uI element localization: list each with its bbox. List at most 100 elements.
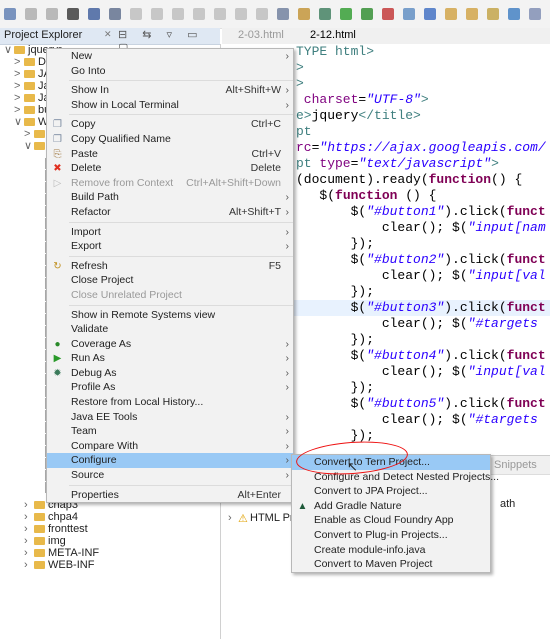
suspend-icon[interactable] [151, 8, 163, 20]
menu-item-delete[interactable]: ✖ Delete Delete [47, 161, 293, 176]
menu-item-go-into[interactable]: Go Into [47, 64, 293, 79]
menu-item-label: Show In [71, 84, 109, 97]
menu-item-build-path[interactable]: Build Path › [47, 190, 293, 205]
menu-item-close-unrelated-project[interactable]: Close Unrelated Project [47, 288, 293, 303]
terminal-icon[interactable] [88, 8, 100, 20]
menu-item-validate[interactable]: Validate [47, 322, 293, 337]
pin-icon[interactable] [529, 8, 541, 20]
menu-item-copy[interactable]: ❐ Copy Ctrl+C [47, 117, 293, 132]
menu-item-debug-as[interactable]: ✹ Debug As › [47, 366, 293, 381]
tree-item[interactable]: › fronttest [24, 523, 88, 535]
tab-snippets[interactable]: Snippets [494, 459, 537, 471]
expand-chevron[interactable]: › [24, 559, 34, 571]
menu-item-coverage-as[interactable]: ● Coverage As › [47, 337, 293, 352]
menu-item-export[interactable]: Export › [47, 239, 293, 254]
web-service-icon[interactable] [424, 8, 436, 20]
debug-icon[interactable] [319, 8, 331, 20]
tab-2-03-html[interactable]: 2-03.html [238, 29, 284, 41]
menu-item-enable-as-cloud-foundry-app[interactable]: Enable as Cloud Foundry App [292, 513, 490, 528]
submenu-arrow-icon: › [285, 98, 290, 111]
warning-icon: ⚠ [238, 513, 248, 525]
open-type-icon[interactable] [466, 8, 478, 20]
menu-item-refactor[interactable]: Refactor Alt+Shift+T › [47, 205, 293, 220]
tree-item[interactable]: › META-INF [24, 547, 99, 559]
menu-item-convert-to-jpa-project[interactable]: Convert to JPA Project... [292, 484, 490, 499]
menu-item-properties[interactable]: Properties Alt+Enter [47, 488, 293, 503]
tree-item[interactable]: › chpa4 [24, 511, 78, 523]
stop-icon[interactable] [172, 8, 184, 20]
tree-item[interactable]: › WEB-INF [24, 559, 94, 571]
step-into-icon[interactable] [214, 8, 226, 20]
expand-chevron[interactable]: › [24, 535, 34, 547]
menu-item-team[interactable]: Team › [47, 424, 293, 439]
step-over-icon[interactable] [235, 8, 247, 20]
resume-icon[interactable] [130, 8, 142, 20]
expand-chevron[interactable]: ∨ [24, 140, 34, 152]
globe-icon[interactable] [508, 8, 520, 20]
menu-item-create-module-info-java[interactable]: Create module-info.java [292, 543, 490, 558]
expand-chevron[interactable]: > [14, 92, 24, 104]
server-icon[interactable] [403, 8, 415, 20]
expand-chevron[interactable]: > [14, 104, 24, 116]
external-tools-icon[interactable] [382, 8, 394, 20]
menu-item-copy-qualified-name[interactable]: ❐ Copy Qualified Name [47, 132, 293, 147]
menu-separator [69, 221, 293, 223]
submenu-arrow-icon: › [285, 381, 290, 394]
menu-item-add-gradle-nature[interactable]: ▲ Add Gradle Nature [292, 499, 490, 514]
task-icon[interactable] [277, 8, 289, 20]
tree-item[interactable]: › img [24, 535, 66, 547]
open-folder-icon[interactable] [445, 8, 457, 20]
menu-item-convert-to-plug-in-projects[interactable]: Convert to Plug-in Projects... [292, 528, 490, 543]
menu-item-refresh[interactable]: ↻ Refresh F5 [47, 259, 293, 274]
menu-item-source[interactable]: Source › [47, 468, 293, 483]
search-icon[interactable] [487, 8, 499, 20]
menu-item-run-as[interactable]: ▶ Run As › [47, 351, 293, 366]
expand-chevron[interactable]: › [24, 511, 34, 523]
menu-item-import[interactable]: Import › [47, 225, 293, 240]
expand-chevron[interactable]: › [228, 512, 232, 524]
code-token: funct [506, 396, 546, 411]
expand-chevron[interactable]: › [24, 499, 34, 511]
project-explorer-title[interactable]: Project Explorer [4, 29, 82, 41]
menu-item-profile-as[interactable]: Profile As › [47, 380, 293, 395]
expand-chevron[interactable]: ∨ [4, 44, 14, 56]
expand-chevron[interactable]: › [24, 547, 34, 559]
menu-item-restore-from-local-history[interactable]: Restore from Local History... [47, 395, 293, 410]
disconnect-icon[interactable] [193, 8, 205, 20]
menu-item-label: Show in Local Terminal [71, 98, 179, 111]
coverage-icon[interactable] [361, 8, 373, 20]
skip-icon[interactable] [109, 8, 121, 20]
tab-2-12-html[interactable]: 2-12.html [310, 29, 356, 41]
expand-chevron[interactable]: ∨ [14, 116, 24, 128]
expand-chevron[interactable]: > [14, 56, 24, 68]
menu-item-convert-to-maven-project[interactable]: Convert to Maven Project [292, 557, 490, 572]
expand-chevron[interactable]: > [14, 68, 24, 80]
menu-item-java-ee-tools[interactable]: Java EE Tools › [47, 410, 293, 425]
menu-item-show-in-local-terminal[interactable]: Show in Local Terminal › [47, 98, 293, 113]
expand-chevron[interactable]: > [14, 80, 24, 92]
profile-icon[interactable] [67, 8, 79, 20]
menu-item-show-in-remote-systems-view[interactable]: Show in Remote Systems view [47, 308, 293, 323]
menu-item-remove-from-context[interactable]: ▷ Remove from Context Ctrl+Alt+Shift+Down [47, 176, 293, 191]
menu-item-close-project[interactable]: Close Project [47, 273, 293, 288]
submenu-arrow-icon: › [285, 366, 290, 379]
submenu-arrow-icon: › [285, 50, 290, 62]
close-icon[interactable]: ✕ [104, 29, 112, 40]
menu-item-show-in[interactable]: Show In Alt+Shift+W › [47, 83, 293, 98]
code-line: }); [296, 284, 374, 300]
code-token: > [491, 156, 499, 171]
menu-item-compare-with[interactable]: Compare With › [47, 439, 293, 454]
menu-item-new[interactable]: New › [47, 49, 293, 64]
folder-icon [34, 537, 45, 545]
new-icon[interactable] [4, 8, 16, 20]
expand-chevron[interactable]: > [24, 128, 34, 140]
run-icon[interactable] [340, 8, 352, 20]
menu-item-configure[interactable]: Configure › [47, 453, 293, 469]
save-all-icon[interactable] [46, 8, 58, 20]
spell-icon[interactable] [298, 8, 310, 20]
menu-item-paste[interactable]: ⎘ Paste Ctrl+V [47, 147, 293, 162]
step-return-icon[interactable] [256, 8, 268, 20]
tree-item-label: img [48, 535, 66, 547]
expand-chevron[interactable]: › [24, 523, 34, 535]
save-icon[interactable] [25, 8, 37, 20]
